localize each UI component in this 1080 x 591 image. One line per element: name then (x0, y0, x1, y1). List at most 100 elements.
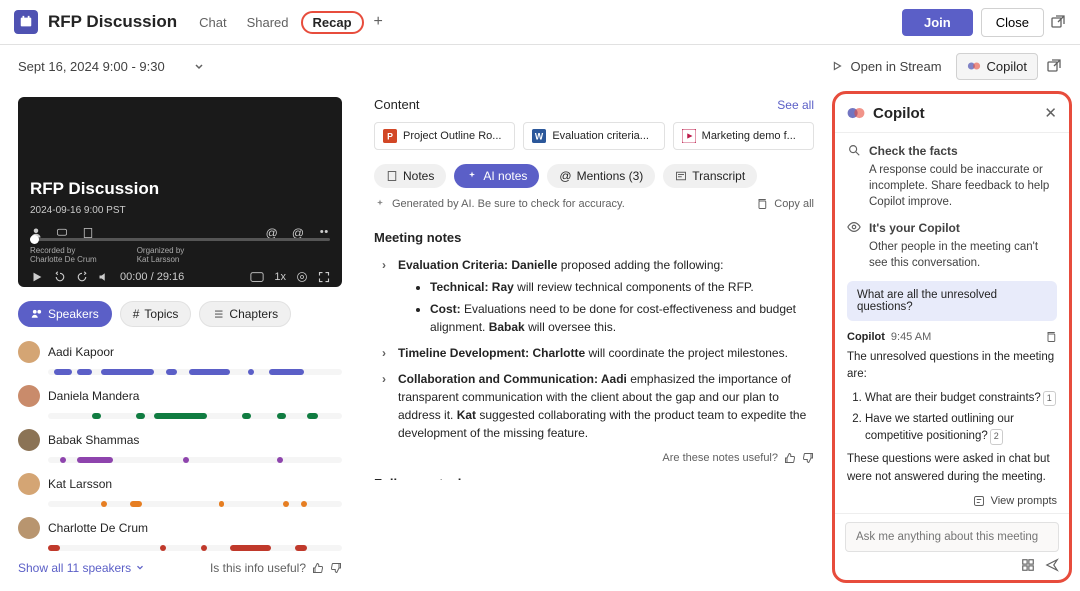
thumbs-down-icon[interactable] (330, 562, 342, 574)
view-prompts-link[interactable]: View prompts (835, 489, 1069, 513)
file-chip-video[interactable]: Marketing demo f... (673, 122, 814, 150)
video-title: RFP Discussion (30, 179, 330, 199)
copilot-toggle-button[interactable]: Copilot (956, 53, 1038, 80)
copy-icon (756, 198, 768, 210)
tab-chat[interactable]: Chat (191, 11, 234, 34)
note-subitem: Cost: Evaluations need to be done for co… (430, 300, 814, 336)
speaker-name: Charlotte De Crum (48, 521, 148, 535)
cc-icon[interactable] (250, 271, 264, 283)
popout-icon-2[interactable] (1046, 58, 1062, 74)
header-tabs: Chat Shared Recap + (191, 11, 389, 34)
list-icon (212, 308, 224, 320)
svg-text:W: W (535, 132, 544, 142)
app-icon (14, 10, 38, 34)
add-tab-button[interactable]: + (368, 13, 389, 31)
skip-back-icon[interactable] (54, 271, 66, 283)
your-copilot-title: It's your Copilot (869, 220, 1057, 237)
tab-recap[interactable]: Recap (301, 11, 364, 34)
volume-icon[interactable] (98, 271, 110, 283)
copy-all-button[interactable]: Copy all (756, 198, 814, 210)
copy-icon[interactable] (1045, 331, 1057, 343)
video-progress-bar[interactable] (30, 238, 330, 241)
settings-icon[interactable] (296, 271, 308, 283)
mentions-tab[interactable]: @ Mentions (3) (547, 164, 655, 188)
user-prompt-bubble: What are all the unresolved questions? (847, 281, 1057, 321)
skip-fwd-icon[interactable] (76, 271, 88, 283)
video-time: 00:00 / 29:16 (120, 271, 184, 283)
copilot-header: Copilot ✕ (835, 94, 1069, 133)
speaker-row[interactable]: Babak Shammas (18, 429, 342, 451)
speaker-timeline[interactable] (48, 545, 342, 551)
show-all-row: Show all 11 speakers Is this info useful… (18, 561, 342, 575)
header: RFP Discussion Chat Shared Recap + Join … (0, 0, 1080, 45)
thumbs-down-icon[interactable] (802, 452, 814, 464)
speaker-row[interactable]: Charlotte De Crum (18, 517, 342, 539)
see-all-link[interactable]: See all (777, 98, 814, 112)
fullscreen-icon[interactable] (318, 271, 330, 283)
search-icon (847, 143, 861, 210)
ai-notes-tab[interactable]: AI notes (454, 164, 539, 188)
close-icon[interactable]: ✕ (1044, 104, 1057, 122)
popout-icon[interactable] (1050, 14, 1066, 30)
chapters-filter[interactable]: Chapters (199, 301, 291, 327)
speaker-timeline[interactable] (48, 457, 342, 463)
file-chip-ppt[interactable]: P Project Outline Ro... (374, 122, 515, 150)
speaker-row[interactable]: Daniela Mandera (18, 385, 342, 407)
notes-tab[interactable]: Notes (374, 164, 446, 188)
close-button[interactable]: Close (981, 8, 1044, 37)
date-dropdown[interactable]: Sept 16, 2024 9:00 - 9:30 (18, 59, 205, 74)
note-item: Collaboration and Communication: Aadi em… (380, 370, 814, 442)
speaker-timeline[interactable] (48, 413, 342, 419)
hash-icon: # (133, 307, 140, 321)
video-player[interactable]: RFP Discussion 2024-09-16 9:00 PST @ @ R… (18, 97, 342, 287)
stream-icon (830, 59, 844, 73)
speaker-timeline[interactable] (48, 501, 342, 507)
chevron-down-icon (193, 60, 205, 72)
join-button[interactable]: Join (902, 9, 973, 36)
topics-filter[interactable]: # Topics (120, 301, 192, 327)
subheader: Sept 16, 2024 9:00 - 9:30 Open in Stream… (0, 45, 1080, 87)
check-facts-title: Check the facts (869, 143, 1057, 160)
send-icon[interactable] (1045, 558, 1059, 572)
transcript-icon (675, 170, 687, 182)
eye-icon (847, 220, 861, 271)
notes-body: Meeting notes Evaluation Criteria: Danie… (374, 220, 814, 480)
thumbs-up-icon[interactable] (784, 452, 796, 464)
speed-label[interactable]: 1x (274, 271, 286, 283)
svg-text:P: P (387, 132, 393, 142)
date-range-label: Sept 16, 2024 9:00 - 9:30 (18, 59, 165, 74)
avatar (18, 385, 40, 407)
word-icon: W (532, 129, 546, 143)
show-all-speakers-link[interactable]: Show all 11 speakers (18, 561, 145, 575)
note-item: Evaluation Criteria: Danielle proposed a… (380, 256, 814, 336)
open-in-stream-link[interactable]: Open in Stream (830, 59, 941, 74)
tab-shared[interactable]: Shared (239, 11, 297, 34)
grid-icon[interactable] (1021, 558, 1035, 572)
transcript-tab[interactable]: Transcript (663, 164, 757, 188)
reference-badge[interactable]: 1 (1043, 391, 1056, 407)
video-file-icon (682, 129, 696, 143)
reference-badge[interactable]: 2 (990, 429, 1003, 445)
play-icon[interactable] (30, 270, 44, 284)
file-chip-doc[interactable]: W Evaluation criteria... (523, 122, 664, 150)
main-content: RFP Discussion 2024-09-16 9:00 PST @ @ R… (0, 87, 1080, 591)
speaker-timeline[interactable] (48, 369, 342, 375)
speaker-name: Kat Larsson (48, 477, 112, 491)
meeting-notes-heading: Meeting notes (374, 228, 814, 248)
speaker-row[interactable]: Aadi Kapoor (18, 341, 342, 363)
copilot-icon (967, 59, 981, 73)
copilot-author: Copilot (847, 331, 885, 343)
speaker-row[interactable]: Kat Larsson (18, 473, 342, 495)
speakers-filter[interactable]: Speakers (18, 301, 112, 327)
mid-column: Content See all P Project Outline Ro... … (360, 87, 828, 591)
left-column: RFP Discussion 2024-09-16 9:00 PST @ @ R… (0, 87, 360, 591)
avatar (18, 517, 40, 539)
your-copilot-body: Other people in the meeting can't see th… (869, 241, 1038, 269)
speaker-name: Daniela Mandera (48, 389, 139, 403)
copilot-input[interactable] (845, 522, 1059, 552)
notes-useful-label: Are these notes useful? (662, 450, 778, 467)
thumbs-up-icon[interactable] (312, 562, 324, 574)
check-facts-body: A response could be inaccurate or incomp… (869, 164, 1049, 208)
content-title: Content (374, 97, 420, 112)
people-icon (31, 308, 43, 320)
